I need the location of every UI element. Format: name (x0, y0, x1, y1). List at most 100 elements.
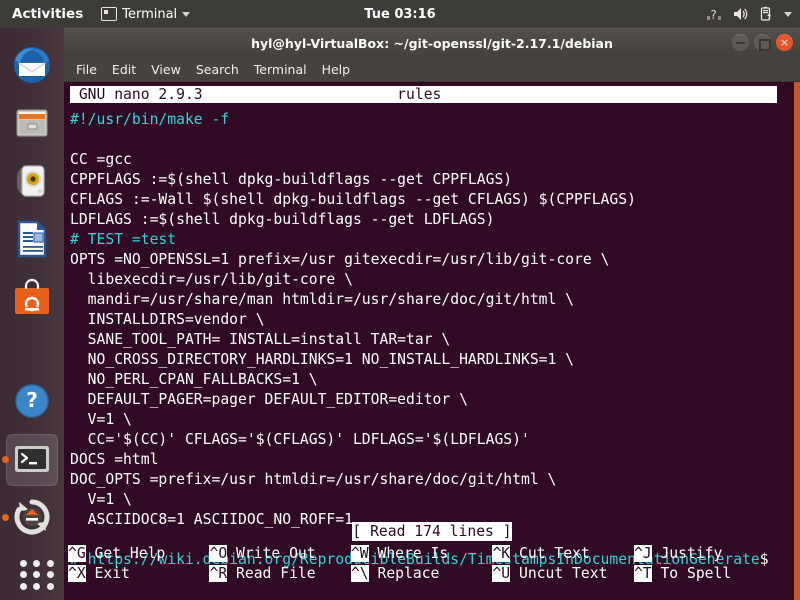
scrollbar[interactable] (794, 82, 800, 600)
menu-terminal[interactable]: Terminal (254, 62, 307, 77)
gnome-top-bar: Activities Terminal Tue 03:16 ? (0, 0, 800, 28)
menu-file[interactable]: File (76, 62, 97, 77)
running-indicator-dot (2, 514, 9, 521)
menu-edit[interactable]: Edit (112, 62, 136, 77)
nano-line-text: DOC_OPTS =prefix=/usr htmldir=/usr/share… (70, 471, 557, 488)
nano-text-area[interactable]: #!/usr/bin/make -f CC =gcc CPPFLAGS :=$(sh… (64, 110, 800, 570)
shortcut-label[interactable]: To Spell (652, 565, 776, 582)
shortcut-label[interactable]: Get Help (86, 545, 210, 562)
launcher-item-libreoffice-writer[interactable] (6, 214, 58, 266)
app-grid-icon (20, 560, 56, 590)
nano-line-text: DOCS =html (70, 451, 159, 468)
shortcut-label[interactable]: Where Is (369, 545, 493, 562)
nano-line[interactable]: OPTS =NO_OPENSSL=1 prefix=/usr gitexecdi… (64, 250, 800, 270)
minimize-button[interactable] (732, 34, 749, 51)
shortcut-key[interactable]: ^U (492, 565, 511, 582)
desktop-screen: Activities Terminal Tue 03:16 ? ? hyl@hy… (0, 0, 800, 600)
nano-line[interactable]: CC='$(CC)' CFLAGS='$(CFLAGS)' LDFLAGS='$… (64, 430, 800, 450)
shortcut-label[interactable]: Cut Text (510, 545, 634, 562)
shortcut-key[interactable]: ^J (633, 545, 652, 562)
shortcut-label[interactable]: Exit (86, 565, 210, 582)
nano-line[interactable]: #!/usr/bin/make -f (64, 110, 800, 130)
nano-line[interactable]: CC =gcc (64, 150, 800, 170)
nano-line-text: CC =gcc (70, 151, 132, 168)
nano-line-text: NO_CROSS_DIRECTORY_HARDLINKS=1 NO_INSTAL… (70, 351, 575, 368)
svg-text:?: ? (710, 8, 716, 22)
shortcut-label[interactable]: Write Out (227, 545, 351, 562)
document-icon (17, 220, 47, 258)
nano-line-text: #!/usr/bin/make -f (70, 111, 230, 128)
terminal-content[interactable]: GNU nano 2.9.3 rules #!/usr/bin/make -f C… (64, 82, 800, 600)
launcher-item-ubuntu-software[interactable] (6, 272, 58, 324)
system-menu-chevron-icon[interactable] (784, 11, 792, 17)
launcher-item-files[interactable] (6, 98, 58, 150)
terminal-icon (15, 446, 49, 472)
shortcut-key[interactable]: ^K (492, 545, 511, 562)
shortcut-label[interactable]: Uncut Text (510, 565, 634, 582)
nano-line[interactable]: mandir=/usr/share/man htmldir=/usr/share… (64, 290, 800, 310)
nano-line-text: OPTS =NO_OPENSSL=1 prefix=/usr gitexecdi… (70, 251, 610, 268)
shortcut-key[interactable]: ^R (209, 565, 228, 582)
shortcut-key[interactable]: ^G (68, 545, 86, 562)
nano-line[interactable]: # TEST =test (64, 230, 800, 250)
shortcut-key[interactable]: ^W (350, 545, 369, 562)
nano-line-text: NO_PERL_CPAN_FALLBACKS=1 \ (70, 371, 318, 388)
nano-line[interactable] (64, 130, 800, 150)
nano-line-text: V=1 \ (70, 411, 132, 428)
nano-line[interactable]: LDFLAGS :=$(shell dpkg-buildflags --get … (64, 210, 800, 230)
menubar: File Edit View Search Terminal Help (64, 57, 800, 82)
nano-line[interactable]: libexecdir=/usr/lib/git-core \ (64, 270, 800, 290)
launcher-item-help[interactable]: ? (6, 376, 58, 428)
nano-line[interactable]: INSTALLDIRS=vendor \ (64, 310, 800, 330)
maximize-button[interactable] (754, 34, 771, 51)
app-menu-terminal[interactable]: Terminal (93, 7, 198, 22)
nano-line-text: SANE_TOOL_PATH= INSTALL=install TAR=tar … (70, 331, 451, 348)
shortcut-key[interactable]: ^\ (350, 565, 369, 582)
unity-launcher: ? (0, 28, 64, 600)
close-button[interactable]: × (776, 34, 793, 51)
launcher-item-rhythmbox[interactable] (6, 156, 58, 208)
nano-line-text: DEFAULT_PAGER=pager DEFAULT_EDITOR=edito… (70, 391, 468, 408)
launcher-item-software-updater[interactable] (2, 492, 58, 544)
nano-line-text: CPPFLAGS :=$(shell dpkg-buildflags --get… (70, 171, 513, 188)
nano-line[interactable]: SANE_TOOL_PATH= INSTALL=install TAR=tar … (64, 330, 800, 350)
nano-line-text: INSTALLDIRS=vendor \ (70, 311, 265, 328)
shortcut-key[interactable]: ^X (68, 565, 86, 582)
status-message-text: [ Read 174 lines ] (352, 522, 512, 541)
network-icon[interactable]: ? (706, 6, 722, 22)
shortcut-key[interactable]: ^O (209, 545, 228, 562)
shortcut-row: ^G Get Help ^O Write Out ^W Where Is ^K … (64, 544, 800, 564)
nano-line-text: CFLAGS :=-Wall $(shell dpkg-buildflags -… (70, 191, 636, 208)
nano-line[interactable]: CFLAGS :=-Wall $(shell dpkg-buildflags -… (64, 190, 800, 210)
volume-icon[interactable] (732, 6, 748, 22)
shortcut-label[interactable]: Justify (652, 545, 776, 562)
nano-line[interactable]: DOCS =html (64, 450, 800, 470)
nano-line[interactable]: V=1 \ (64, 490, 800, 510)
nano-line[interactable]: DOC_OPTS =prefix=/usr htmldir=/usr/share… (64, 470, 800, 490)
shortcut-label[interactable]: Read File (227, 565, 351, 582)
nano-status-message: [ Read 174 lines ] (64, 522, 800, 542)
nano-line[interactable]: V=1 \ (64, 410, 800, 430)
menu-search[interactable]: Search (196, 62, 239, 77)
launcher-item-show-applications[interactable] (6, 550, 58, 600)
shortcut-key[interactable]: ^T (633, 565, 652, 582)
nano-line-text: mandir=/usr/share/man htmldir=/usr/share… (70, 291, 575, 308)
nano-line[interactable]: NO_CROSS_DIRECTORY_HARDLINKS=1 NO_INSTAL… (64, 350, 800, 370)
nano-shortcut-bar: ^G Get Help ^O Write Out ^W Where Is ^K … (64, 544, 800, 584)
help-icon: ? (15, 384, 49, 418)
nano-line[interactable]: DEFAULT_PAGER=pager DEFAULT_EDITOR=edito… (64, 390, 800, 410)
nano-line[interactable]: CPPFLAGS :=$(shell dpkg-buildflags --get… (64, 170, 800, 190)
launcher-item-thunderbird[interactable] (6, 40, 58, 92)
nano-line[interactable]: NO_PERL_CPAN_FALLBACKS=1 \ (64, 370, 800, 390)
window-titlebar[interactable]: hyl@hyl-VirtualBox: ~/git-openssl/git-2.… (64, 28, 800, 57)
menu-view[interactable]: View (151, 62, 181, 77)
nano-line-text: LDFLAGS :=$(shell dpkg-buildflags --get … (70, 211, 495, 228)
file-cabinet-icon (16, 109, 48, 137)
battery-icon[interactable] (758, 6, 774, 22)
window-controls: × (732, 34, 793, 51)
nano-line-text: CC='$(CC)' CFLAGS='$(CFLAGS)' LDFLAGS='$… (70, 431, 530, 448)
launcher-item-terminal[interactable] (2, 434, 58, 486)
shortcut-label[interactable]: Replace (369, 565, 493, 582)
activities-button[interactable]: Activities (0, 0, 93, 28)
menu-help[interactable]: Help (322, 62, 351, 77)
